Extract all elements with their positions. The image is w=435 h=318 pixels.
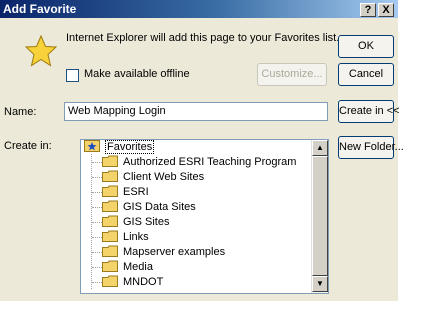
create-in-label: Create in:	[4, 140, 52, 152]
folder-icon	[102, 230, 118, 242]
name-input[interactable]: Web Mapping Login	[64, 102, 328, 121]
add-favorite-dialog: Add Favorite ? X Internet Explorer will …	[0, 0, 404, 301]
star-icon	[25, 35, 57, 67]
tree-connector	[92, 237, 102, 238]
tree-item-folder[interactable]: GIS Sites	[102, 215, 169, 230]
create-in-button[interactable]: Create in <<	[338, 100, 400, 123]
tree-item-label: MNDOT	[123, 276, 164, 288]
tree-connector	[92, 162, 102, 163]
tree-connector	[92, 282, 102, 283]
tree-item-label: Mapserver examples	[123, 246, 226, 258]
folder-icon	[102, 215, 118, 227]
tree-connector	[92, 222, 102, 223]
scroll-thumb[interactable]	[312, 156, 328, 276]
tree-item-folder[interactable]: ESRI	[102, 185, 149, 200]
folder-icon	[102, 185, 118, 197]
tree-item-favorites[interactable]: Favorites	[84, 140, 155, 155]
tree-item-folder[interactable]: Mapserver examples	[102, 245, 225, 260]
tree-item-label: GIS Data Sites	[123, 201, 196, 213]
tree-item-label: Client Web Sites	[123, 171, 205, 183]
customize-button[interactable]: Customize...	[257, 63, 327, 86]
folder-icon	[102, 200, 118, 212]
tree-item-label: Links	[123, 231, 149, 243]
tree-item-label: Favorites	[105, 140, 155, 154]
folder-icon	[102, 275, 118, 287]
tree-connector	[92, 267, 102, 268]
offline-label[interactable]: Make available offline	[84, 68, 190, 80]
help-button[interactable]: ?	[360, 3, 376, 17]
folder-tree[interactable]: Favorites Authorized ESRI Teaching Progr…	[80, 139, 329, 294]
tree-connector	[92, 207, 102, 208]
favorites-folder-icon	[84, 140, 100, 152]
folder-icon	[102, 260, 118, 272]
close-button[interactable]: X	[378, 3, 394, 17]
tree-item-folder[interactable]: Authorized ESRI Teaching Program	[102, 155, 296, 170]
tree-connector	[92, 252, 102, 253]
tree-connector	[92, 177, 102, 178]
tree-item-folder[interactable]: Media	[102, 260, 153, 275]
cancel-button[interactable]: Cancel	[338, 63, 394, 86]
offline-checkbox[interactable]	[66, 69, 79, 82]
ok-button[interactable]: OK	[338, 35, 394, 58]
new-folder-button[interactable]: New Folder...	[338, 136, 404, 159]
tree-item-folder[interactable]: GIS Data Sites	[102, 200, 196, 215]
scroll-down-button[interactable]: ▼	[312, 276, 328, 292]
tree-item-label: Media	[123, 261, 153, 273]
tree-item-label: GIS Sites	[123, 216, 170, 228]
tree-item-label: Authorized ESRI Teaching Program	[123, 156, 297, 168]
tree-item-folder[interactable]: Links	[102, 230, 149, 245]
folder-icon	[102, 155, 118, 167]
info-message: Internet Explorer will add this page to …	[66, 32, 340, 44]
folder-icon	[102, 245, 118, 257]
folder-icon	[102, 170, 118, 182]
scroll-up-button[interactable]: ▲	[312, 140, 328, 156]
title-bar[interactable]: Add Favorite ? X	[0, 0, 398, 18]
tree-scrollbar[interactable]: ▲ ▼	[311, 140, 328, 293]
window-title: Add Favorite	[3, 2, 77, 16]
name-label: Name:	[4, 106, 37, 118]
tree-item-label: ESRI	[123, 186, 149, 198]
tree-connector	[92, 192, 102, 193]
tree-item-folder[interactable]: Client Web Sites	[102, 170, 204, 185]
tree-item-folder[interactable]: MNDOT	[102, 275, 163, 290]
